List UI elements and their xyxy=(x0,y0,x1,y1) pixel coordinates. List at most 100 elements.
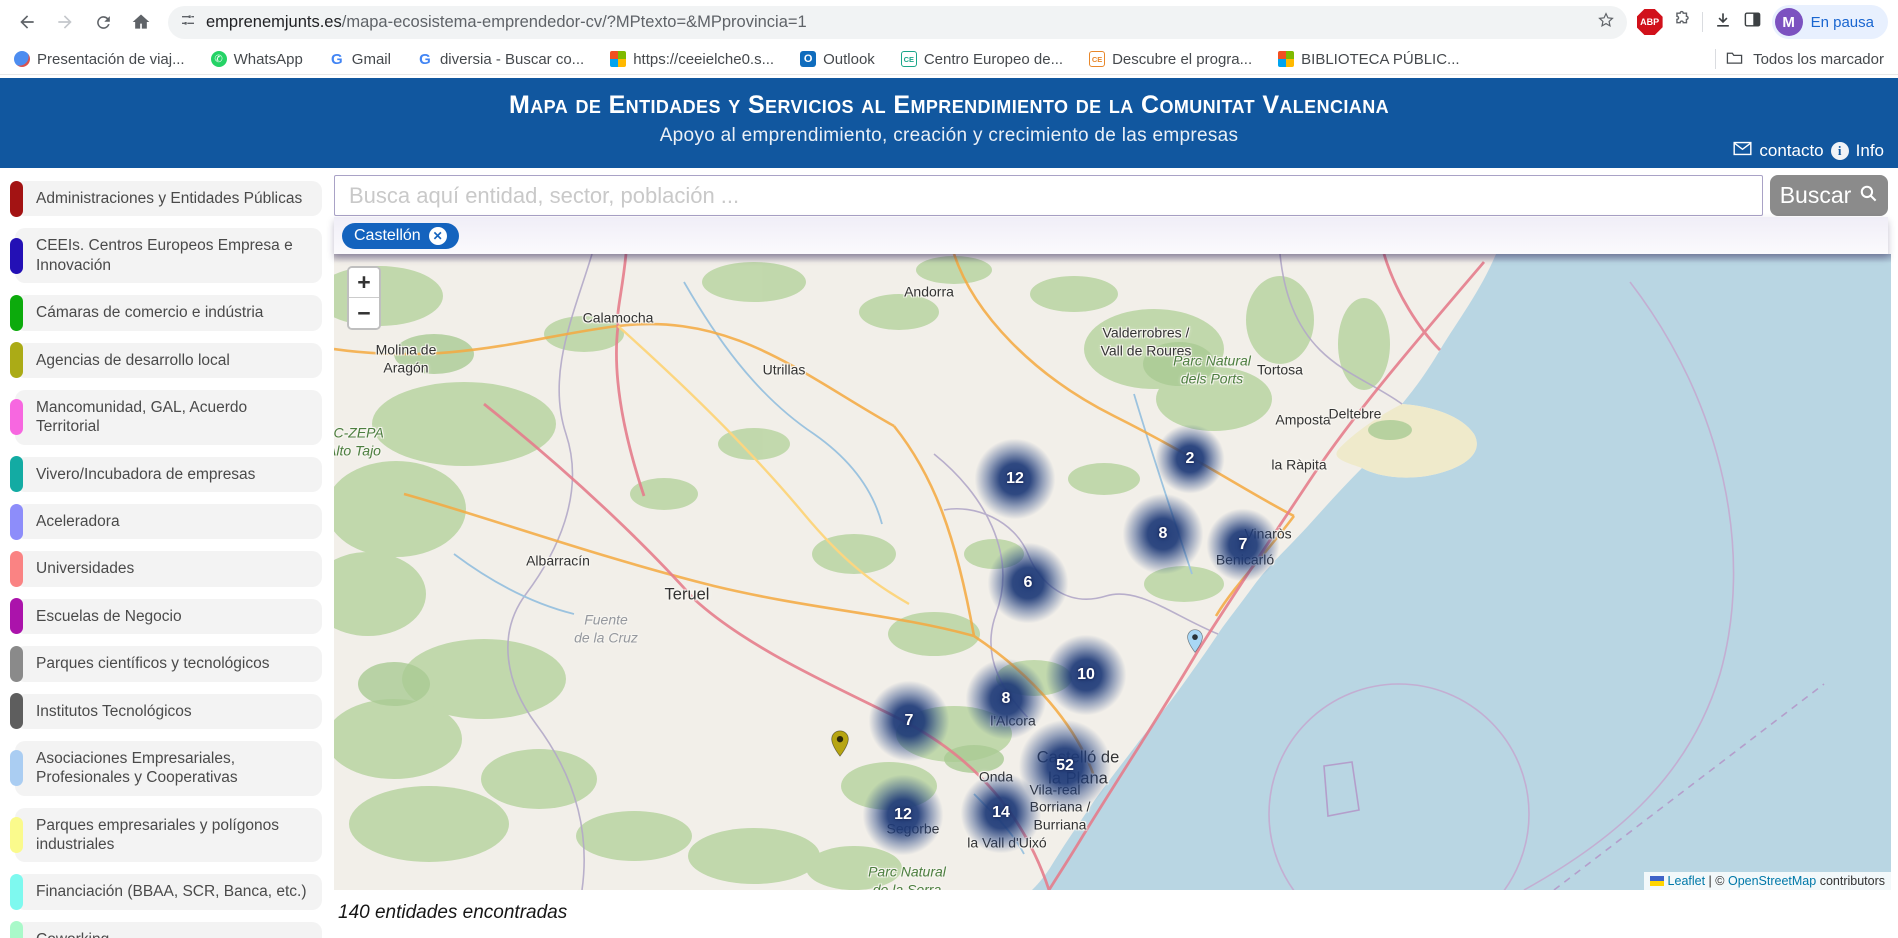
bookmark-favicon: G xyxy=(329,51,345,67)
map-cluster[interactable]: 7 xyxy=(867,679,951,763)
category-color-marker xyxy=(10,504,23,540)
map-cluster[interactable]: 14 xyxy=(959,771,1043,855)
folder-icon xyxy=(1726,50,1743,69)
map-cluster[interactable]: 8 xyxy=(1121,492,1205,576)
forward-icon[interactable] xyxy=(48,5,82,39)
info-icon: i xyxy=(1831,142,1849,160)
map-cluster[interactable]: 12 xyxy=(973,437,1057,521)
page-title: Mapa de Entidades y Servicios al Emprend… xyxy=(0,78,1898,120)
reload-icon[interactable] xyxy=(86,5,120,39)
bookmark-favicon xyxy=(610,51,626,67)
sidebar-category-item[interactable]: Asociaciones Empresariales, Profesionale… xyxy=(15,741,322,796)
bookmark-item[interactable]: G Gmail xyxy=(329,51,391,68)
coastal-entity-pin[interactable] xyxy=(1187,629,1204,653)
chip-close-icon[interactable]: ✕ xyxy=(429,227,447,245)
avatar: M xyxy=(1775,8,1803,36)
sidebar-category-item[interactable]: Agencias de desarrollo local xyxy=(15,343,322,378)
filter-chip-castellon[interactable]: Castellón ✕ xyxy=(342,223,459,249)
category-color-marker xyxy=(10,342,23,378)
bookmark-item[interactable]: Presentación de viaj... xyxy=(14,51,185,68)
category-color-marker xyxy=(10,750,23,786)
ukraine-flag-icon xyxy=(1650,876,1664,886)
sidebar-category-item[interactable]: Parques empresariales y polígonos indust… xyxy=(15,808,322,863)
bookmark-item[interactable]: ✆ WhatsApp xyxy=(211,51,303,68)
bookmark-item[interactable]: CE Descubre el progra... xyxy=(1089,51,1252,68)
sidebar-category-item[interactable]: Aceleradora xyxy=(15,504,322,539)
bookmark-favicon xyxy=(1278,51,1294,67)
back-icon[interactable] xyxy=(10,5,44,39)
sidebar-category-item[interactable]: Institutos Tecnológicos xyxy=(15,694,322,729)
category-color-marker xyxy=(10,874,23,910)
contact-link[interactable]: contacto xyxy=(1759,141,1823,161)
category-color-marker xyxy=(10,181,23,217)
sidebar-category-item[interactable]: Coworking xyxy=(15,922,322,938)
extensions-puzzle-icon[interactable] xyxy=(1673,10,1692,34)
category-color-marker xyxy=(10,399,23,435)
results-count: 140 entidades encontradas xyxy=(338,902,1888,924)
sidebar-category-item[interactable]: Universidades xyxy=(15,551,322,586)
search-button[interactable]: Buscar xyxy=(1770,175,1888,216)
toolbar-separator xyxy=(1702,12,1703,32)
profile-status-label: En pausa xyxy=(1811,14,1874,31)
bookmark-item[interactable]: G diversia - Buscar co... xyxy=(417,51,584,68)
sidebar-category-item[interactable]: Cámaras de comercio e indústria xyxy=(15,295,322,330)
envelope-icon xyxy=(1733,141,1752,161)
category-color-marker xyxy=(10,238,23,274)
map-cluster[interactable]: 12 xyxy=(861,773,945,857)
sidebar-category-item[interactable]: Mancomunidad, GAL, Acuerdo Territorial xyxy=(15,390,322,445)
address-bar[interactable]: emprenemjunts.es/mapa-ecosistema-emprend… xyxy=(168,6,1627,39)
url-text: emprenemjunts.es/mapa-ecosistema-emprend… xyxy=(206,13,807,32)
sidebar-category-item[interactable]: Administraciones y Entidades Públicas xyxy=(15,181,322,216)
category-sidebar: Administraciones y Entidades Públicas CE… xyxy=(0,168,330,938)
sidebar-category-item[interactable]: Escuelas de Negocio xyxy=(15,599,322,634)
info-link[interactable]: Info xyxy=(1856,141,1884,161)
home-icon[interactable] xyxy=(124,5,158,39)
category-color-marker xyxy=(10,921,23,938)
category-color-marker xyxy=(10,817,23,853)
sidebar-category-item[interactable]: Financiación (BBAA, SCR, Banca, etc.) xyxy=(15,874,322,909)
category-color-marker xyxy=(10,598,23,634)
category-color-marker xyxy=(10,693,23,729)
bookmark-item[interactable]: https://ceeielche0.s... xyxy=(610,51,774,68)
adblock-extension-icon[interactable]: ABP xyxy=(1637,9,1663,35)
osm-link[interactable]: OpenStreetMap xyxy=(1728,874,1816,888)
search-icon xyxy=(1859,182,1878,209)
tune-icon[interactable] xyxy=(180,12,196,33)
profile-chip[interactable]: M En pausa xyxy=(1772,5,1888,39)
sidebar-category-item[interactable]: CEEIs. Centros Europeos Empresa e Innova… xyxy=(15,228,322,283)
leaflet-link[interactable]: Leaflet xyxy=(1668,874,1706,888)
zoom-out-button[interactable]: − xyxy=(349,298,379,328)
bookmark-favicon: O xyxy=(800,51,816,67)
leaflet-map[interactable]: + − Andorra Calamocha Molina de Aragón U… xyxy=(334,254,1891,890)
bookmark-star-icon[interactable] xyxy=(1597,11,1615,34)
map-cluster[interactable]: 2 xyxy=(1154,423,1226,495)
page-subtitle: Apoyo al emprendimiento, creación y crec… xyxy=(0,125,1898,147)
zoom-control: + − xyxy=(347,266,381,330)
active-filters-bar: Castellón ✕ xyxy=(334,217,1888,254)
all-bookmarks-label[interactable]: Todos los marcador xyxy=(1753,51,1884,68)
bookmark-item[interactable]: CE Centro Europeo de... xyxy=(901,51,1063,68)
site-header: Mapa de Entidades y Servicios al Emprend… xyxy=(0,78,1898,168)
category-color-marker xyxy=(10,646,23,682)
sidebar-category-item[interactable]: Parques científicos y tecnológicos xyxy=(15,646,322,681)
map-cluster[interactable]: 7 xyxy=(1205,507,1281,583)
downloads-icon[interactable] xyxy=(1713,10,1733,35)
bookmark-item[interactable]: BIBLIOTECA PÚBLIC... xyxy=(1278,51,1459,68)
map-cluster[interactable]: 10 xyxy=(1044,633,1128,717)
category-color-marker xyxy=(10,551,23,587)
map-cluster[interactable]: 6 xyxy=(986,541,1070,625)
category-color-marker xyxy=(10,456,23,492)
browser-toolbar: emprenemjunts.es/mapa-ecosistema-emprend… xyxy=(0,0,1898,44)
bookmark-favicon xyxy=(14,51,30,67)
bookmark-favicon: CE xyxy=(1089,51,1105,67)
zoom-in-button[interactable]: + xyxy=(349,268,379,298)
bookmark-favicon: G xyxy=(417,51,433,67)
side-panel-icon[interactable] xyxy=(1743,10,1762,34)
bookmark-item[interactable]: O Outlook xyxy=(800,51,875,68)
sidebar-category-item[interactable]: Vivero/Incubadora de empresas xyxy=(15,457,322,492)
bookmark-favicon: ✆ xyxy=(211,51,227,67)
map-attribution: Leaflet | © OpenStreetMap contributors xyxy=(1644,872,1891,890)
search-input[interactable] xyxy=(334,175,1763,216)
selected-entity-pin[interactable] xyxy=(831,730,850,757)
map-tiles xyxy=(334,254,1891,890)
